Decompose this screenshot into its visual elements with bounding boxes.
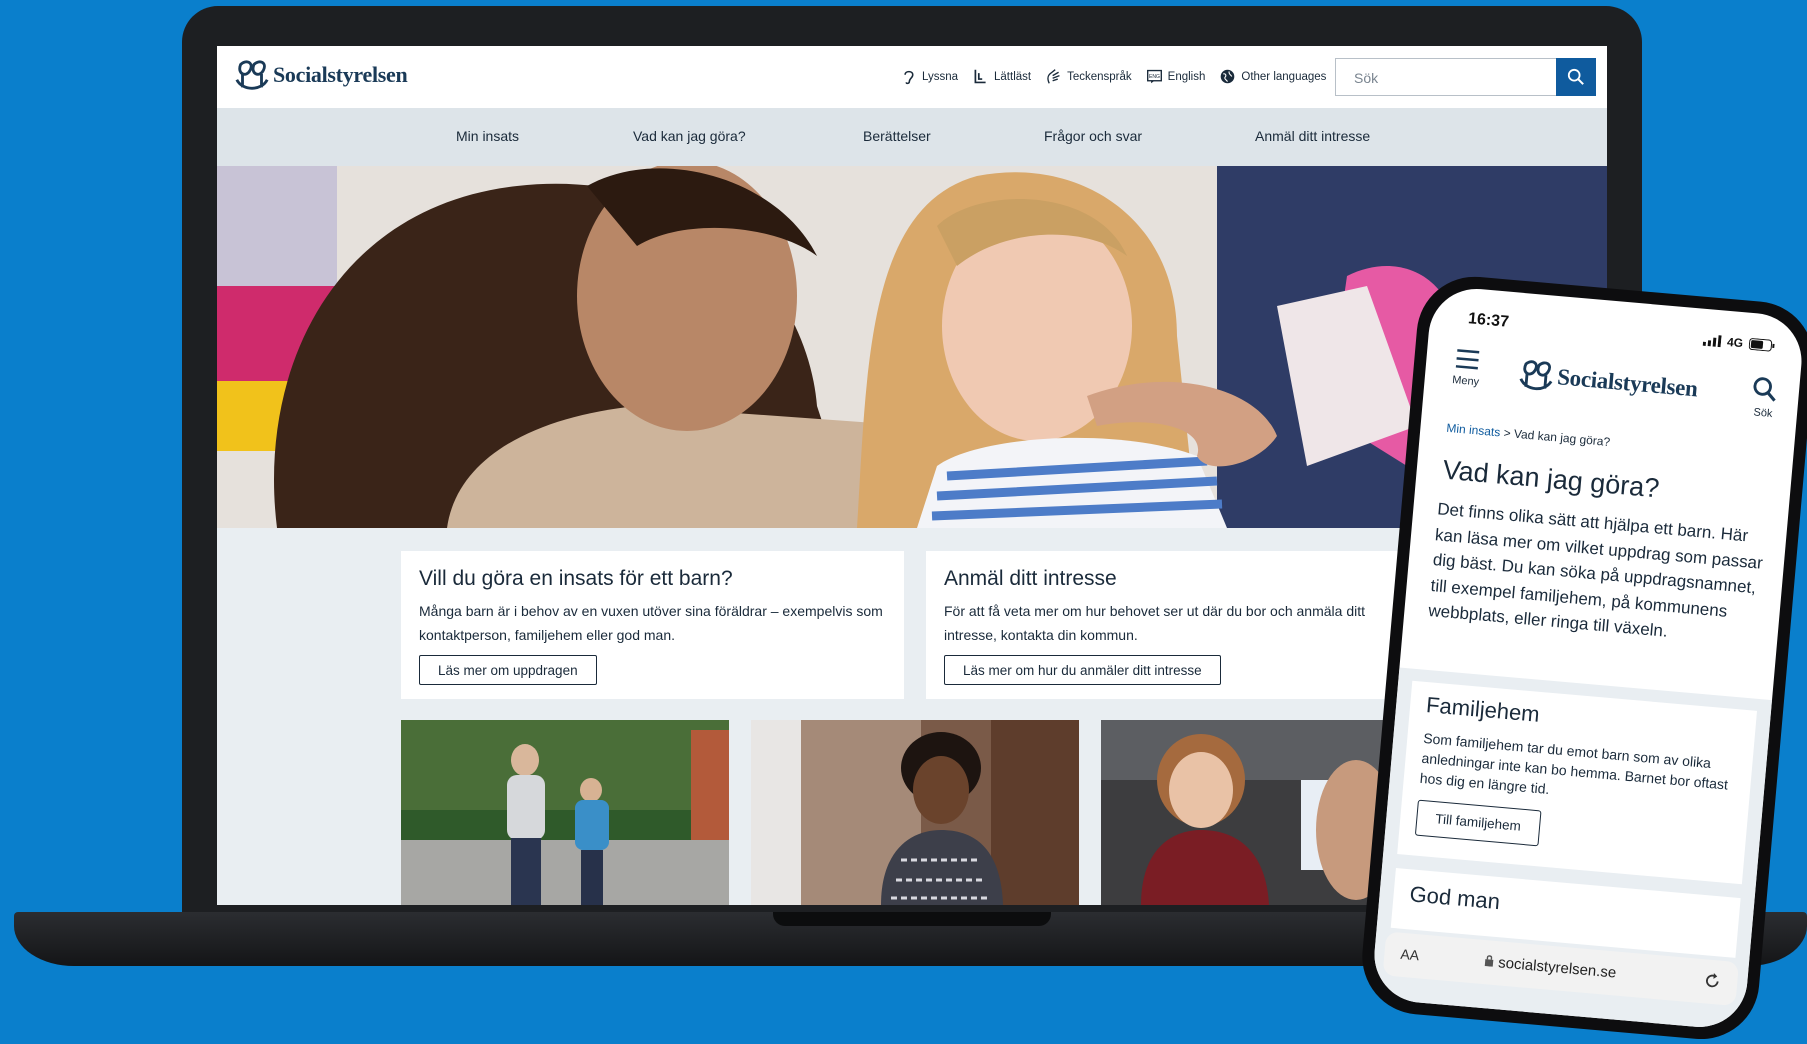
hamburger-icon [1455, 349, 1480, 370]
svg-text:ENG: ENG [1149, 74, 1160, 80]
card-text: Som familjehem tar du emot barn som av o… [1419, 729, 1729, 798]
tool-label: Other languages [1241, 70, 1327, 83]
menu-label: Meny [1451, 374, 1480, 389]
header-tools: Lyssna Lättläst Teckenspråk ENG English … [900, 68, 1340, 85]
globe-icon [1221, 69, 1235, 84]
info-card-insats: Vill du göra en insats för ett barn? Mån… [401, 551, 904, 699]
search-form: Sök [1335, 58, 1596, 96]
nav-item-vad-kan-jag-gora[interactable]: Vad kan jag göra? [633, 128, 746, 144]
english-flag-icon: ENG [1146, 69, 1162, 84]
url-value: socialstyrelsen.se [1497, 954, 1617, 982]
tool-label: Teckenspråk [1067, 70, 1132, 83]
search-icon [1567, 68, 1584, 85]
reload-icon[interactable] [1703, 971, 1723, 991]
sign-language-icon [1047, 69, 1060, 84]
search-input[interactable]: Sök [1335, 58, 1556, 96]
photo-tile-cafe[interactable] [1101, 720, 1401, 905]
photo-tile-woman-door[interactable] [751, 720, 1079, 905]
tool-english[interactable]: ENG English [1146, 68, 1206, 85]
status-time: 16:37 [1467, 310, 1510, 331]
read-more-anmal-button[interactable]: Läs mer om hur du anmäler ditt intresse [944, 655, 1221, 685]
logo-text: Socialstyrelsen [1556, 364, 1699, 402]
tool-label: Lyssna [922, 70, 959, 83]
photo-tile-school[interactable] [401, 720, 729, 905]
mobile-phone: 16:37 4G Meny Socialstyrelsen Sök Min in… [1357, 272, 1807, 1044]
nav-item-min-insats[interactable]: Min insats [456, 128, 519, 144]
card-text: För att få veta mer om hur behovet ser u… [944, 603, 1365, 643]
mobile-screen: 16:37 4G Meny Socialstyrelsen Sök Min in… [1370, 285, 1806, 1031]
page-intro: Det finns olika sätt att hjälpa ett barn… [1427, 499, 1764, 641]
breadcrumb: Min insats > Vad kan jag göra? [1446, 421, 1611, 449]
card-title: Familjehem [1425, 692, 1541, 727]
tool-lattlast[interactable]: Lättläst [972, 68, 1031, 85]
breadcrumb-current: Vad kan jag göra? [1513, 426, 1611, 450]
battery-icon [1748, 338, 1775, 352]
main-nav: Min insats Vad kan jag göra? Berättelser… [217, 108, 1607, 166]
card-title: God man [1408, 881, 1502, 915]
school-photo [401, 720, 729, 905]
easy-read-icon [974, 69, 986, 84]
breadcrumb-separator: > [1503, 425, 1512, 441]
card-title: Anmäl ditt intresse [944, 567, 1117, 590]
card-text: Många barn är i behov av en vuxen utöver… [419, 603, 883, 643]
nav-item-anmal-ditt-intresse[interactable]: Anmäl ditt intresse [1255, 128, 1370, 144]
search-label: Sök [1753, 406, 1773, 421]
read-more-uppdragen-button[interactable]: Läs mer om uppdragen [419, 655, 597, 685]
nav-item-fragor-och-svar[interactable]: Frågor och svar [1044, 128, 1142, 144]
breadcrumb-link-min-insats[interactable]: Min insats [1446, 421, 1501, 440]
page-title: Vad kan jag göra? [1441, 454, 1661, 504]
laptop-notch [773, 912, 1051, 926]
tool-lyssna[interactable]: Lyssna [900, 68, 958, 85]
search-button[interactable] [1556, 58, 1596, 96]
logo-text: Socialstyrelsen [273, 62, 408, 87]
signal-icon [1702, 335, 1722, 348]
ear-icon [904, 70, 914, 85]
socialstyrelsen-logo-icon [235, 60, 269, 90]
tool-label: English [1167, 70, 1206, 83]
network-label: 4G [1726, 334, 1744, 351]
site-logo[interactable]: Socialstyrelsen [233, 58, 408, 92]
status-bar-icons: 4G [1702, 333, 1776, 353]
hero-photo-illustration [217, 166, 1607, 528]
tool-label: Lättläst [994, 70, 1032, 83]
till-familjehem-button[interactable]: Till familjehem [1414, 799, 1542, 847]
site-header: Socialstyrelsen Lyssna Lättläst Teckensp… [217, 46, 1607, 108]
hero-image [217, 166, 1607, 528]
nav-item-berattelser[interactable]: Berättelser [863, 128, 931, 144]
lock-icon [1484, 955, 1494, 967]
woman-door-photo [751, 720, 1079, 905]
tool-teckensprak[interactable]: Teckenspråk [1045, 68, 1132, 85]
mobile-search-button[interactable]: Sök [1747, 375, 1783, 421]
socialstyrelsen-logo-icon [1519, 360, 1553, 391]
card-title: Vill du göra en insats för ett barn? [419, 567, 733, 590]
text-size-button[interactable]: AA [1400, 946, 1420, 964]
mobile-logo[interactable]: Socialstyrelsen [1516, 357, 1699, 407]
menu-button[interactable]: Meny [1448, 347, 1485, 389]
url-text: socialstyrelsen.se [1483, 953, 1617, 982]
cafe-photo [1101, 720, 1401, 905]
search-icon [1753, 377, 1776, 402]
info-card-anmal: Anmäl ditt intresse För att få veta mer … [926, 551, 1426, 699]
card-familjehem: Familjehem Som familjehem tar du emot ba… [1397, 680, 1758, 885]
tool-other-languages[interactable]: Other languages [1219, 68, 1326, 85]
